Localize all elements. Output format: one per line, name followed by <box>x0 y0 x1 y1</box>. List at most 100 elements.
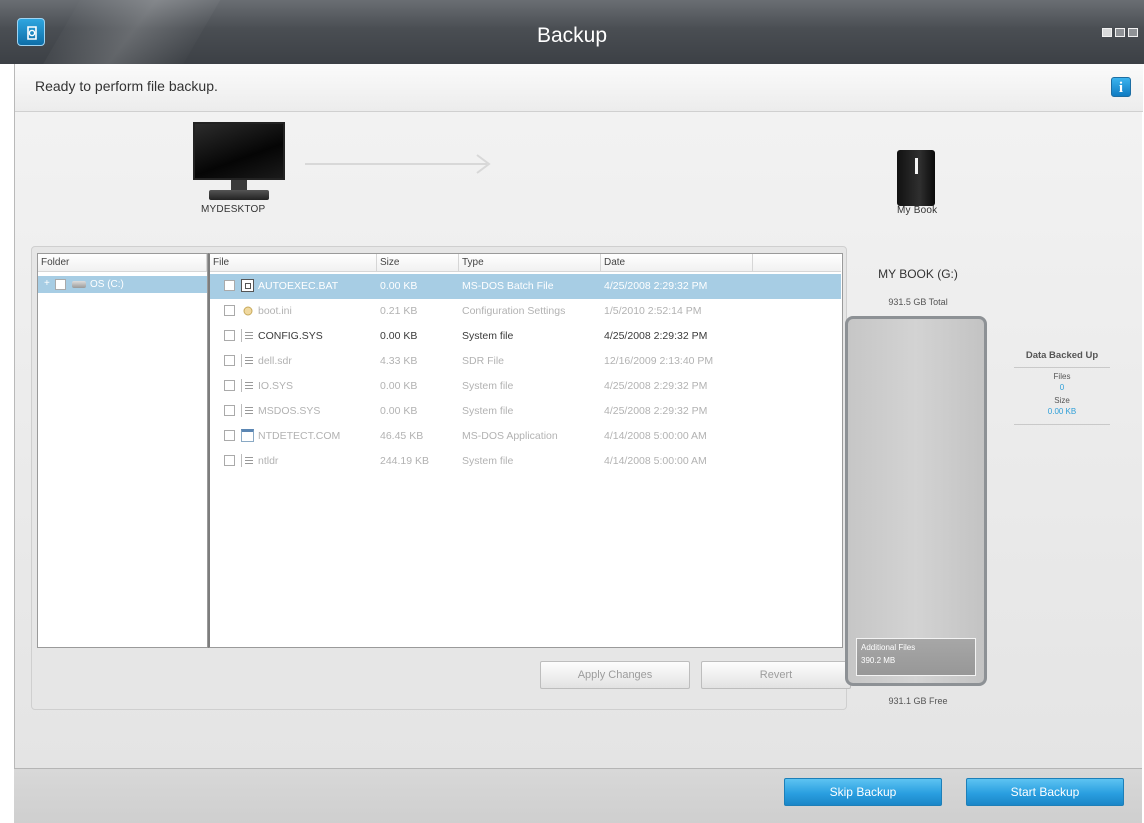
file-date: 12/16/2009 2:13:40 PM <box>604 355 714 367</box>
file-size: 46.45 KB <box>380 430 424 442</box>
application-icon <box>241 429 254 442</box>
close-button[interactable] <box>1128 28 1138 37</box>
window-controls <box>1102 28 1138 37</box>
file-name: boot.ini <box>258 305 292 317</box>
file-type: System file <box>462 405 514 417</box>
external-drive-icon <box>897 150 935 206</box>
data-backed-up-title: Data Backed Up <box>1014 350 1110 368</box>
computer-icon <box>193 122 285 180</box>
skip-backup-button[interactable]: Skip Backup <box>784 778 942 806</box>
apply-changes-button[interactable]: Apply Changes <box>540 661 690 689</box>
window-title: Backup <box>536 24 608 47</box>
data-backed-up-panel: Data Backed Up Files 0 Size 0.00 KB <box>1014 350 1110 425</box>
files-value: 0 <box>1059 383 1065 392</box>
file-type: System file <box>462 380 514 392</box>
file-date: 1/5/2010 2:52:14 PM <box>604 305 702 317</box>
column-header-file[interactable]: File <box>210 254 377 272</box>
table-row[interactable]: AUTOEXEC.BAT 0.00 KB MS-DOS Batch File 4… <box>210 274 841 299</box>
file-name: IO.SYS <box>258 380 294 392</box>
file-date: 4/25/2008 2:29:32 PM <box>604 405 708 417</box>
files-label: Files <box>1053 372 1071 381</box>
table-row[interactable]: CONFIG.SYS 0.00 KB System file 4/25/2008… <box>210 324 841 349</box>
file-date: 4/25/2008 2:29:32 PM <box>604 330 708 342</box>
size-value: 0.00 KB <box>1047 407 1077 416</box>
file-name: CONFIG.SYS <box>258 330 323 342</box>
file-type: System file <box>462 330 514 342</box>
file-size: 0.00 KB <box>380 380 418 392</box>
row-checkbox[interactable] <box>224 330 235 341</box>
minimize-button[interactable] <box>1102 28 1112 37</box>
settings-file-icon <box>241 304 254 317</box>
info-icon[interactable]: i <box>1111 77 1131 97</box>
additional-files-label: Additional Files <box>861 643 916 652</box>
file-browser: Folder + OS (C:) File Size Type Date AUT… <box>31 246 851 710</box>
capacity-gauge: Additional Files 390.2 MB <box>845 316 987 686</box>
tree-item-label: OS (C:) <box>90 279 124 290</box>
system-file-icon <box>241 329 254 342</box>
file-type: MS-DOS Batch File <box>462 280 554 292</box>
system-file-icon <box>241 379 254 392</box>
table-row[interactable]: boot.ini 0.21 KB Configuration Settings … <box>210 299 841 324</box>
drive-total: 931.5 GB Total <box>888 297 948 307</box>
file-name: NTDETECT.COM <box>258 430 341 442</box>
file-name: AUTOEXEC.BAT <box>258 280 339 292</box>
additional-files-bar: Additional Files 390.2 MB <box>856 638 976 676</box>
source-device-label: MYDESKTOP <box>201 204 266 215</box>
expand-icon[interactable]: + <box>44 278 50 289</box>
text-file-icon <box>241 354 254 367</box>
batch-file-icon <box>241 279 254 292</box>
file-size: 4.33 KB <box>380 355 418 367</box>
drive-free: 931.1 GB Free <box>888 696 948 706</box>
file-type: Configuration Settings <box>462 305 566 317</box>
start-backup-button[interactable]: Start Backup <box>966 778 1124 806</box>
tree-item[interactable]: + OS (C:) <box>38 276 207 293</box>
table-row[interactable]: MSDOS.SYS 0.00 KB System file 4/25/2008 … <box>210 399 841 424</box>
row-checkbox[interactable] <box>224 430 235 441</box>
row-checkbox[interactable] <box>224 305 235 316</box>
arrow-icon <box>305 154 491 174</box>
column-header-type[interactable]: Type <box>459 254 601 272</box>
file-size: 0.00 KB <box>380 405 418 417</box>
system-file-icon <box>241 404 254 417</box>
row-checkbox[interactable] <box>224 355 235 366</box>
row-checkbox[interactable] <box>224 455 235 466</box>
table-row[interactable]: dell.sdr 4.33 KB SDR File 12/16/2009 2:1… <box>210 349 841 374</box>
drive-led <box>915 158 918 174</box>
file-size: 244.19 KB <box>380 455 430 467</box>
tree-checkbox[interactable] <box>55 279 66 290</box>
restore-button[interactable] <box>1115 28 1125 37</box>
folder-header[interactable]: Folder <box>38 254 207 272</box>
table-row[interactable]: IO.SYS 0.00 KB System file 4/25/2008 2:2… <box>210 374 841 399</box>
file-type: System file <box>462 455 514 467</box>
title-bar: Backup <box>0 0 1144 64</box>
folder-tree[interactable]: Folder + OS (C:) <box>37 253 208 648</box>
divider <box>1014 424 1110 425</box>
file-size: 0.00 KB <box>380 330 418 342</box>
row-checkbox[interactable] <box>224 280 235 291</box>
size-label: Size <box>1054 396 1070 405</box>
destination-device-label: My Book <box>897 205 938 216</box>
file-list[interactable]: File Size Type Date AUTOEXEC.BAT 0.00 KB… <box>208 253 843 648</box>
file-name: MSDOS.SYS <box>258 405 321 417</box>
file-type: MS-DOS Application <box>462 430 558 442</box>
file-name: dell.sdr <box>258 355 292 367</box>
status-bar: Ready to perform file backup. i <box>15 64 1143 112</box>
table-row[interactable]: NTDETECT.COM 46.45 KB MS-DOS Application… <box>210 424 841 449</box>
file-size: 0.21 KB <box>380 305 418 317</box>
row-checkbox[interactable] <box>224 405 235 416</box>
row-checkbox[interactable] <box>224 380 235 391</box>
column-header-date[interactable]: Date <box>601 254 753 272</box>
file-date: 4/25/2008 2:29:32 PM <box>604 280 708 292</box>
revert-button[interactable]: Revert <box>701 661 851 689</box>
file-size: 0.00 KB <box>380 280 418 292</box>
file-date: 4/14/2008 5:00:00 AM <box>604 455 707 467</box>
column-header-spacer <box>753 254 841 272</box>
drive-name: MY BOOK (G:) <box>878 267 958 281</box>
additional-files-size: 390.2 MB <box>861 656 896 665</box>
status-text: Ready to perform file backup. <box>35 78 218 94</box>
file-date: 4/14/2008 5:00:00 AM <box>604 430 707 442</box>
table-row[interactable]: ntldr 244.19 KB System file 4/14/2008 5:… <box>210 449 841 474</box>
column-header-size[interactable]: Size <box>377 254 459 272</box>
drive-icon <box>72 281 86 288</box>
file-date: 4/25/2008 2:29:32 PM <box>604 380 708 392</box>
